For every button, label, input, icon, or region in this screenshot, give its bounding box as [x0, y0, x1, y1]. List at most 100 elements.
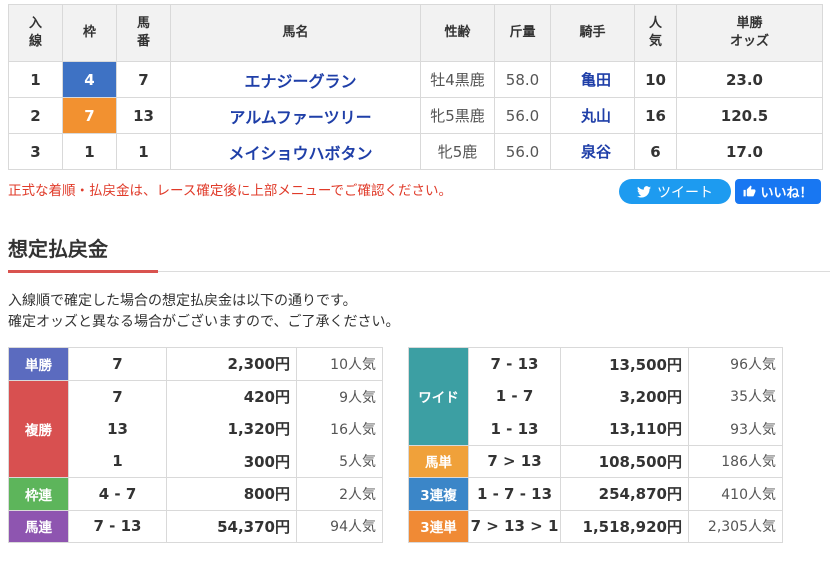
payout-amount: 13,110円	[560, 412, 689, 446]
header-horse: 馬名	[170, 4, 421, 62]
bet-type-label: 単勝	[8, 347, 69, 381]
tweet-label: ツイート	[657, 184, 713, 201]
section-title: 想定払戻金	[8, 237, 108, 261]
sex-age: 牡4黒鹿	[420, 61, 495, 98]
payout-row-umaren: 馬連 7 - 13 54,370円 94人気	[8, 509, 383, 543]
payout-row-sanrenpuku: 3連複 1 - 7 - 13 254,870円 410人気	[408, 477, 783, 511]
payout-amount: 1,518,920円	[560, 509, 689, 543]
like-button[interactable]: いいね！	[735, 179, 821, 204]
horse-name-link[interactable]: エナジーグラン	[244, 72, 356, 91]
tweet-button[interactable]: ツイート	[619, 179, 731, 204]
payout-combo: 7 > 13	[468, 444, 561, 478]
payout-table-right: ワイド 7 - 13 13,500円 96人気 1 - 7 3,200円 35人…	[408, 347, 783, 543]
header-popularity: 人 気	[634, 4, 677, 62]
horse-number: 7	[116, 61, 171, 98]
table-row: 1 4 7 エナジーグラン 牡4黒鹿 58.0 亀田 10 23.0	[8, 61, 823, 98]
table-row: 3 1 1 メイショウハボタン 牝5鹿 56.0 泉谷 6 17.0	[8, 133, 823, 170]
finish-position: 1	[8, 61, 63, 98]
horse-name-cell: メイショウハボタン	[170, 133, 421, 170]
weight: 56.0	[494, 133, 551, 170]
win-odds: 23.0	[676, 61, 823, 98]
sex-age: 牝5黒鹿	[420, 97, 495, 134]
payout-amount: 420円	[166, 379, 297, 413]
payout-amount: 3,200円	[560, 380, 689, 413]
payout-combo: 7 - 13	[468, 347, 561, 380]
description-line: 入線順で確定した場合の想定払戻金は以下の通りです。	[8, 293, 357, 309]
header-odds: 単勝 オッズ	[676, 4, 823, 62]
bet-type-label: 3連複	[408, 477, 469, 511]
popularity: 16	[634, 97, 677, 134]
finish-position: 2	[8, 97, 63, 134]
payout-popularity: 16人気	[296, 412, 383, 445]
bet-type-label: 3連単	[408, 509, 469, 543]
horse-name-link[interactable]: メイショウハボタン	[228, 144, 372, 163]
header-umaban: 馬 番	[116, 4, 171, 62]
payout-combo: 7	[68, 379, 167, 413]
payout-amount: 1,320円	[166, 412, 297, 445]
thumbs-up-icon	[744, 185, 756, 197]
payout-amount: 13,500円	[560, 347, 689, 380]
payout-combo: 1 - 7	[468, 380, 561, 413]
section-description: 入線順で確定した場合の想定払戻金は以下の通りです。 確定オッズと異なる場合がござ…	[8, 291, 399, 333]
horse-number: 1	[116, 133, 171, 170]
waku-number: 4	[62, 61, 117, 98]
jockey-cell: 亀田	[550, 61, 635, 98]
horse-name-link[interactable]: アルムファーツリー	[229, 108, 371, 127]
payout-popularity: 9人気	[296, 379, 383, 413]
payout-combo: 7 > 13 > 1	[468, 509, 561, 543]
payout-popularity: 94人気	[296, 509, 383, 543]
section-divider-accent	[8, 270, 158, 273]
weight: 56.0	[494, 97, 551, 134]
header-weight: 斤量	[494, 4, 551, 62]
result-notice: 正式な着順・払戻金は、レース確定後に上部メニューでご確認ください。	[8, 183, 453, 199]
payout-table-left: 単勝 7 2,300円 10人気 複勝 7 420円 9人気 13 1,320円…	[8, 347, 383, 543]
payout-combo: 1 - 13	[468, 412, 561, 446]
payout-row-umatan: 馬単 7 > 13 108,500円 186人気	[408, 444, 783, 478]
win-odds: 17.0	[676, 133, 823, 170]
twitter-bird-icon	[637, 185, 651, 198]
bet-type-label: 馬単	[408, 444, 469, 478]
payout-amount: 54,370円	[166, 509, 297, 543]
bet-type-label: 枠連	[8, 477, 69, 511]
weight: 58.0	[494, 61, 551, 98]
horse-name-cell: エナジーグラン	[170, 61, 421, 98]
jockey-link[interactable]: 泉谷	[581, 143, 611, 161]
description-line: 確定オッズと異なる場合がございますので、ご了承ください。	[8, 314, 400, 330]
header-waku: 枠	[62, 4, 117, 62]
payout-popularity: 96人気	[688, 347, 783, 380]
popularity: 6	[634, 133, 677, 170]
header-pos: 入 線	[8, 4, 63, 62]
payout-popularity: 186人気	[688, 444, 783, 478]
jockey-link[interactable]: 丸山	[581, 107, 611, 125]
result-header-row: 入 線 枠 馬 番 馬名 性齢 斤量 騎手 人 気 単勝 オッズ	[8, 4, 823, 62]
waku-number: 1	[62, 133, 117, 170]
header-sexage: 性齢	[420, 4, 495, 62]
payout-row-sanrentan: 3連単 7 > 13 > 1 1,518,920円 2,305人気	[408, 509, 783, 543]
payout-amount: 2,300円	[166, 347, 297, 381]
payout-row-wakuren: 枠連 4 - 7 800円 2人気	[8, 477, 383, 511]
payout-combo: 1 - 7 - 13	[468, 477, 561, 511]
payout-popularity: 93人気	[688, 412, 783, 446]
payout-amount: 108,500円	[560, 444, 689, 478]
payout-popularity: 2人気	[296, 477, 383, 511]
win-odds: 120.5	[676, 97, 823, 134]
waku-number: 7	[62, 97, 117, 134]
payout-amount: 800円	[166, 477, 297, 511]
payout-popularity: 10人気	[296, 347, 383, 381]
payout-amount: 254,870円	[560, 477, 689, 511]
payout-combo: 7	[68, 347, 167, 381]
payout-row-wide: ワイド 7 - 13 13,500円 96人気	[408, 347, 783, 446]
payout-combo: 4 - 7	[68, 477, 167, 511]
payout-row-tansho: 単勝 7 2,300円 10人気	[8, 347, 383, 381]
payout-amount: 300円	[166, 445, 297, 478]
popularity: 10	[634, 61, 677, 98]
jockey-cell: 泉谷	[550, 133, 635, 170]
payout-combo: 1	[68, 445, 167, 478]
jockey-link[interactable]: 亀田	[581, 71, 611, 89]
payout-combo: 7 - 13	[68, 509, 167, 543]
payout-popularity: 2,305人気	[688, 509, 783, 543]
payout-popularity: 5人気	[296, 445, 383, 478]
finish-position: 3	[8, 133, 63, 170]
payout-combo: 13	[68, 412, 167, 445]
bet-type-label: ワイド	[408, 347, 469, 446]
